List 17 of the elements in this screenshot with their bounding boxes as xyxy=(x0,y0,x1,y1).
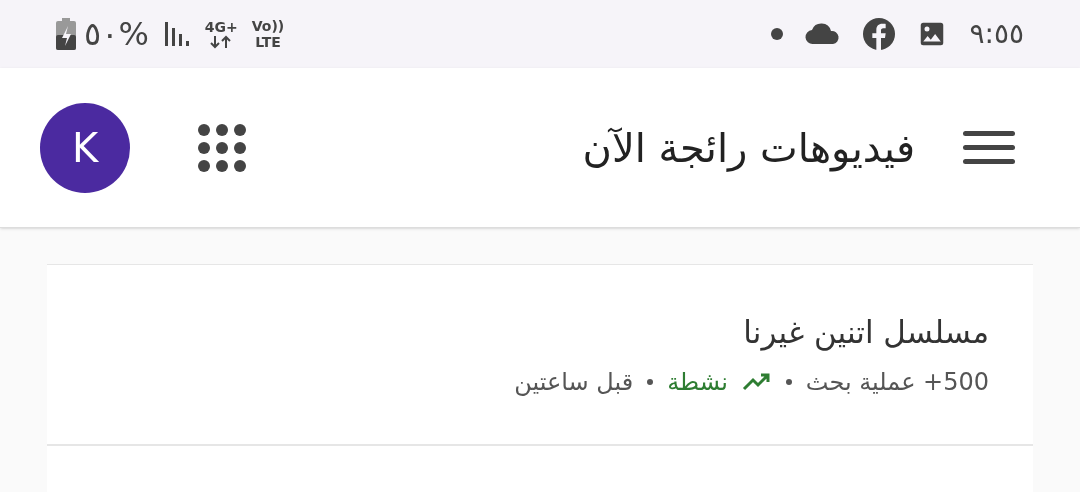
search-count: 500+ عملية بحث xyxy=(805,366,989,398)
lte-label: LTE xyxy=(255,34,281,50)
signal-icon xyxy=(162,20,191,48)
apps-grid-icon[interactable] xyxy=(198,123,246,172)
trend-status: نشطة xyxy=(667,366,728,398)
network-type: 4G+ xyxy=(204,19,238,35)
volte-label: Vo)) xyxy=(251,18,285,34)
trending-up-icon xyxy=(741,371,772,392)
trend-time: قبل ساعتين xyxy=(514,366,634,398)
trend-title: مسلسل اتنين غيرنا xyxy=(742,313,989,353)
battery-percent: %٥٠ xyxy=(84,14,149,55)
avatar[interactable]: K xyxy=(40,102,130,193)
trend-card[interactable]: مسلسل اتنين غيرنا 500+ عملية بحث نشطة قبل ساعتين xyxy=(47,264,1033,445)
facebook-icon xyxy=(863,18,896,50)
page-title: فيديوهات رائجة الآن xyxy=(581,123,915,174)
battery-icon xyxy=(56,18,76,50)
status-time: ٩:٥٥ xyxy=(969,16,1024,52)
